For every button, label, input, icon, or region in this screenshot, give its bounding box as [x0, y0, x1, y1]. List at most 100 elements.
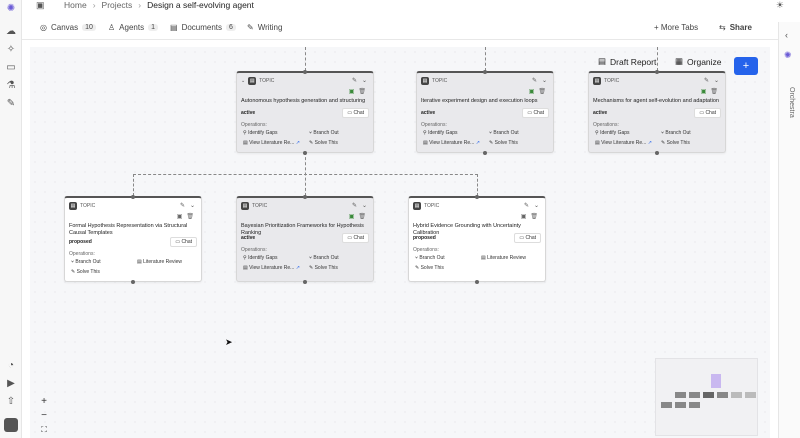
operation-button[interactable]: ✎ Solve This [661, 140, 690, 146]
connector-handle[interactable] [483, 151, 487, 155]
operation-button[interactable]: ⑂ Branch Out [71, 259, 101, 265]
trash-icon[interactable]: 🗑 [358, 213, 366, 220]
topic-card[interactable]: ⌄ ▤ TOPIC ✎ ⌄ ▣ 🗑 Autonomous hypothesis g… [236, 70, 374, 155]
tab-writing[interactable]: ✎ Writing [247, 23, 282, 32]
connector-handle[interactable] [483, 70, 487, 74]
copy-icon[interactable]: ▣ [177, 213, 183, 220]
zoom-out-button[interactable]: − [37, 409, 51, 422]
sidebar-toggle-icon[interactable]: ▣ [36, 0, 45, 11]
operation-button[interactable]: ▤ View Literature Re... ↗ [595, 140, 652, 146]
operation-button[interactable]: ▤ View Literature Re... ↗ [243, 265, 300, 271]
external-link-icon[interactable]: ↗ [296, 265, 300, 271]
operation-button[interactable]: ▤ Literature Review [481, 255, 526, 261]
chevron-down-icon[interactable]: ⌄ [542, 77, 547, 84]
edit-icon[interactable]: ✎ [180, 202, 185, 209]
operation-button[interactable]: ✎ Solve This [309, 265, 338, 271]
external-link-icon[interactable]: ↗ [296, 140, 300, 146]
connector-handle[interactable] [475, 280, 479, 284]
copy-icon[interactable]: ▣ [701, 88, 707, 95]
organize-button[interactable]: ▦ Organize [675, 56, 722, 67]
zoom-in-button[interactable]: + [37, 395, 51, 408]
topic-card[interactable]: ▤ TOPIC ✎ ⌄ ▣ 🗑 Hybrid Evidence Grounding… [408, 195, 546, 284]
edit-icon[interactable]: ✎ [352, 202, 357, 209]
operation-button[interactable]: ⑂ Branch Out [489, 130, 519, 136]
chat-button[interactable]: ▭ Chat [522, 108, 549, 118]
operation-button[interactable]: ⑂ Branch Out [309, 255, 339, 261]
operation-button[interactable]: ▤ View Literature Re... ↗ [243, 140, 300, 146]
lightbulb-icon[interactable]: ✧ [5, 44, 17, 56]
edit-icon[interactable]: ✎ [524, 202, 529, 209]
operation-button[interactable]: ⑂ Branch Out [415, 255, 445, 261]
upload-icon[interactable]: ⇧ [5, 396, 17, 408]
trash-icon[interactable]: 🗑 [710, 88, 718, 95]
breadcrumb-projects[interactable]: Projects [102, 0, 133, 10]
chat-button[interactable]: ▭ Chat [170, 237, 197, 247]
cloud-icon[interactable]: ☁ [5, 26, 17, 38]
more-tabs-button[interactable]: + More Tabs [654, 23, 698, 32]
topic-card[interactable]: ▤ TOPIC ✎ ⌄ ▣ 🗑 Mechanisms for agent self… [588, 70, 726, 155]
connector-handle[interactable] [303, 70, 307, 74]
operation-button[interactable]: ✎ Solve This [489, 140, 518, 146]
user-icon[interactable]: ◔ [5, 360, 17, 372]
tab-canvas[interactable]: ◎ Canvas 10 [40, 23, 96, 32]
minimap[interactable] [655, 358, 758, 436]
fit-view-button[interactable]: ⛶ [37, 423, 51, 436]
copy-icon[interactable]: ▣ [349, 88, 355, 95]
play-icon[interactable]: ▶ [5, 378, 17, 390]
copy-icon[interactable]: ▣ [529, 88, 535, 95]
tab-agents[interactable]: ♙ Agents 1 [108, 23, 158, 32]
connector-handle[interactable] [303, 151, 307, 155]
breadcrumb-home[interactable]: Home [64, 0, 87, 10]
chat-button[interactable]: ▭ Chat [342, 233, 369, 243]
folder-icon[interactable]: ▭ [5, 62, 17, 74]
operation-button[interactable]: ✎ Solve This [71, 269, 100, 275]
operation-button[interactable]: ⑂ Branch Out [661, 130, 691, 136]
connector-handle[interactable] [131, 280, 135, 284]
tab-documents[interactable]: ▤ Documents 6 [170, 23, 236, 32]
connector-handle[interactable] [475, 195, 479, 199]
operation-button[interactable]: ⚲ Identify Gaps [595, 130, 630, 136]
chevron-down-icon[interactable]: ⌄ [190, 202, 195, 209]
connector-handle[interactable] [655, 70, 659, 74]
copy-icon[interactable]: ▣ [521, 213, 527, 220]
operation-button[interactable]: ▤ View Literature Re... ↗ [423, 140, 480, 146]
chevron-down-icon[interactable]: ⌄ [534, 202, 539, 209]
connector-handle[interactable] [131, 195, 135, 199]
collapse-icon[interactable]: ⌄ [241, 78, 245, 84]
flask-icon[interactable]: ⚗ [5, 80, 17, 92]
edit-icon[interactable]: ✎ [532, 77, 537, 84]
theme-toggle-icon[interactable]: ☀ [776, 0, 784, 11]
operation-button[interactable]: ✎ Solve This [415, 265, 444, 271]
trash-icon[interactable]: 🗑 [186, 213, 194, 220]
add-node-button[interactable]: + [734, 57, 758, 75]
operation-button[interactable]: ▤ Literature Review [137, 259, 182, 265]
copy-icon[interactable]: ▣ [349, 213, 355, 220]
operation-button[interactable]: ⚲ Identify Gaps [243, 255, 278, 261]
draft-report-button[interactable]: ▤ Draft Report [598, 56, 656, 67]
external-link-icon[interactable]: ↗ [476, 140, 480, 146]
avatar[interactable] [4, 418, 18, 432]
operation-button[interactable]: ⚲ Identify Gaps [243, 130, 278, 136]
chevron-down-icon[interactable]: ⌄ [362, 77, 367, 84]
topic-card[interactable]: ▤ TOPIC ✎ ⌄ ▣ 🗑 Iterative experiment desi… [416, 70, 554, 155]
connector-handle[interactable] [303, 195, 307, 199]
edit-icon[interactable]: ✎ [352, 77, 357, 84]
operation-button[interactable]: ✎ Solve This [309, 140, 338, 146]
operation-button[interactable]: ⚲ Identify Gaps [423, 130, 458, 136]
wrench-icon[interactable]: ✎ [5, 98, 17, 110]
share-button[interactable]: ⇆ Share [719, 23, 752, 32]
trash-icon[interactable]: 🗑 [538, 88, 546, 95]
chevron-down-icon[interactable]: ⌄ [714, 77, 719, 84]
chevron-left-icon[interactable]: ‹ [785, 30, 788, 40]
orchestra-logo-icon[interactable]: ✺ [784, 50, 792, 61]
trash-icon[interactable]: 🗑 [530, 213, 538, 220]
connector-handle[interactable] [303, 280, 307, 284]
chat-button[interactable]: ▭ Chat [514, 233, 541, 243]
chat-button[interactable]: ▭ Chat [342, 108, 369, 118]
external-link-icon[interactable]: ↗ [648, 140, 652, 146]
chevron-down-icon[interactable]: ⌄ [362, 202, 367, 209]
chat-button[interactable]: ▭ Chat [694, 108, 721, 118]
trash-icon[interactable]: 🗑 [358, 88, 366, 95]
app-logo-icon[interactable]: ✺ [5, 3, 17, 15]
connector-handle[interactable] [655, 151, 659, 155]
